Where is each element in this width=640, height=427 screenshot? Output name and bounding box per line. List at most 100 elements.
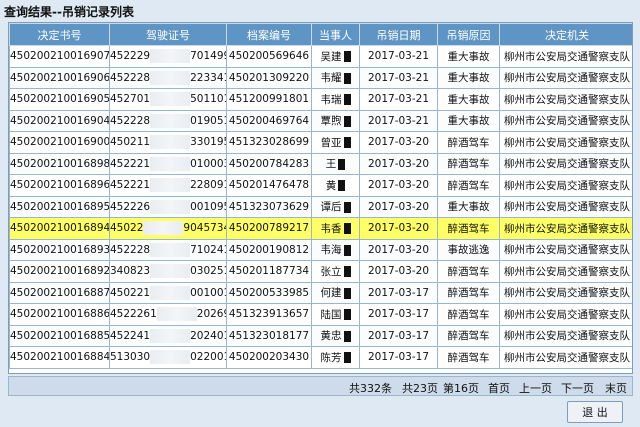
license-suffix: 0220012 — [190, 351, 225, 364]
table-row[interactable]: 450200210016885452241 2024011451323018177… — [9, 324, 632, 347]
redaction-mark — [343, 266, 351, 278]
cell-party: 张立 — [311, 260, 360, 283]
table-row[interactable]: 450200210016905452701 5011010451200991801… — [9, 88, 632, 111]
party-name: 吴建 — [320, 50, 342, 63]
cell-revocation-date: 2017-03-17 — [359, 303, 438, 326]
column-header-party[interactable]: 当事人 — [311, 23, 360, 46]
total-records: 共332条 — [349, 382, 392, 395]
prev-page-link[interactable]: 上一页 — [519, 380, 552, 396]
cell-authority: 柳州市公安局交通警察支队 — [499, 303, 632, 326]
table-row[interactable]: 450200210016900450211 3301955451323028699… — [9, 131, 632, 154]
cell-license-no: 452226 0010955 — [109, 195, 227, 218]
redaction-mark — [343, 287, 351, 299]
cell-license-no: 452228 2233413 — [109, 66, 227, 89]
redaction-mark — [343, 51, 351, 63]
cell-file-no: 450200190812 — [226, 238, 312, 261]
table-row[interactable]: 450200210016895452226 0010955451323073629… — [9, 195, 632, 218]
redaction-mark — [343, 352, 351, 364]
cell-revocation-date: 2017-03-21 — [359, 66, 438, 89]
cell-authority: 柳州市公安局交通警察支队 — [499, 238, 632, 261]
cell-file-no: 450200569646 — [226, 45, 312, 68]
blurred-license-digits — [150, 113, 191, 128]
cell-license-no: 452241 2024011 — [109, 324, 227, 347]
party-name: 张立 — [320, 265, 342, 278]
party-name: 黄 — [325, 179, 337, 192]
blurred-license-digits — [150, 242, 191, 257]
redaction-mark — [343, 223, 351, 235]
cell-revocation-reason: 醉酒驾车 — [437, 260, 500, 283]
table-row[interactable]: 4502002100168864522261 202691945132391365… — [9, 303, 632, 326]
cell-revocation-date: 2017-03-17 — [359, 281, 438, 304]
cell-revocation-reason: 重大事故 — [437, 66, 500, 89]
redaction-mark — [343, 137, 351, 149]
cell-file-no: 450201476478 — [226, 174, 312, 197]
cell-file-no: 450200203430 — [226, 346, 312, 369]
column-header-revocation-date[interactable]: 吊销日期 — [359, 23, 438, 46]
cell-decision-no: 450200210016894 — [9, 217, 110, 240]
redaction-mark — [343, 201, 351, 213]
cell-authority: 柳州市公安局交通警察支队 — [499, 217, 632, 240]
cell-license-no: 450221 0010010 — [109, 281, 227, 304]
cell-license-no: 513030 0220012 — [109, 346, 227, 369]
license-suffix: 0010010 — [190, 286, 225, 299]
cell-file-no: 451323028699 — [226, 131, 312, 154]
cell-party: 韦瑞 — [311, 88, 360, 111]
cell-revocation-date: 2017-03-20 — [359, 238, 438, 261]
cell-license-no: 452221 0100033 — [109, 152, 227, 175]
party-name: 韦耀 — [320, 72, 342, 85]
table-row[interactable]: 450200210016898452221 0100033450200784283… — [9, 152, 632, 175]
table-row[interactable]: 450200210016904452228 0190511450200469764… — [9, 109, 632, 132]
column-header-license-no[interactable]: 驾驶证号 — [109, 23, 227, 46]
cell-license-no: 4522261 2026919 — [109, 303, 227, 326]
cell-decision-no: 450200210016900 — [9, 131, 110, 154]
table-row[interactable]: 450200210016907452229 7014998450200569646… — [9, 45, 632, 68]
cell-file-no: 451200991801 — [226, 88, 312, 111]
first-page-link[interactable]: 首页 — [488, 380, 510, 396]
cell-file-no: 450201187734 — [226, 260, 312, 283]
blurred-license-digits — [143, 221, 184, 236]
cell-authority: 柳州市公安局交通警察支队 — [499, 324, 632, 347]
table-row[interactable]: 450200210016892340823 0302511450201187734… — [9, 260, 632, 283]
party-name: 陆国 — [320, 308, 342, 321]
blurred-license-digits — [150, 178, 191, 193]
cell-license-no: 450211 3301955 — [109, 131, 227, 154]
table-row[interactable]: 450200210016896452221 2280915450201476478… — [9, 174, 632, 197]
table-row[interactable]: 450200210016884513030 0220012450200203430… — [9, 346, 632, 369]
cell-file-no: 451323913657 — [226, 303, 312, 326]
party-name: 黄忠 — [320, 330, 342, 343]
cell-revocation-reason: 醉酒驾车 — [437, 131, 500, 154]
last-page-link[interactable]: 末页 — [605, 380, 627, 396]
next-page-link[interactable]: 下一页 — [561, 380, 594, 396]
column-header-file-no[interactable]: 档案编号 — [226, 23, 312, 46]
column-header-authority[interactable]: 决定机关 — [499, 23, 632, 46]
column-header-revocation-reason[interactable]: 吊销原因 — [437, 23, 500, 46]
table-row[interactable]: 450200210016906452228 2233413450201309220… — [9, 66, 632, 89]
cell-file-no: 450200789217 — [226, 217, 312, 240]
table-row[interactable]: 450200210016894 45022 9045734 450200789217 韦… — [9, 217, 632, 240]
license-prefix: 452228 — [110, 71, 151, 84]
license-prefix: 452221 — [110, 179, 151, 192]
cell-license-no: 452221 2280915 — [109, 174, 227, 197]
cell-revocation-date: 2017-03-20 — [359, 217, 438, 240]
cell-file-no: 450200533985 — [226, 281, 312, 304]
cell-file-no: 450200784283 — [226, 152, 312, 175]
exit-button[interactable]: 退 出 — [567, 401, 623, 423]
cell-file-no: 450200469764 — [226, 109, 312, 132]
license-suffix: 0302511 — [190, 265, 225, 278]
table-row[interactable]: 450200210016893452228 7102418450200190812… — [9, 238, 632, 261]
table-row[interactable]: 450200210016887450221 0010010450200533985… — [9, 281, 632, 304]
cell-authority: 柳州市公安局交通警察支队 — [499, 131, 632, 154]
blurred-license-digits — [150, 156, 191, 171]
cell-decision-no: 450200210016893 — [9, 238, 110, 261]
blurred-license-digits — [150, 135, 191, 150]
cell-decision-no: 450200210016905 — [9, 88, 110, 111]
column-header-decision-no[interactable]: 决定书号 — [9, 23, 110, 46]
license-prefix: 340823 — [110, 265, 151, 278]
cell-decision-no: 450200210016907 — [9, 45, 110, 68]
cell-revocation-date: 2017-03-20 — [359, 260, 438, 283]
cell-revocation-date: 2017-03-20 — [359, 195, 438, 218]
cell-authority: 柳州市公安局交通警察支队 — [499, 45, 632, 68]
cell-authority: 柳州市公安局交通警察支队 — [499, 88, 632, 111]
cell-party: 韦耀 — [311, 66, 360, 89]
blurred-license-digits — [150, 49, 191, 64]
